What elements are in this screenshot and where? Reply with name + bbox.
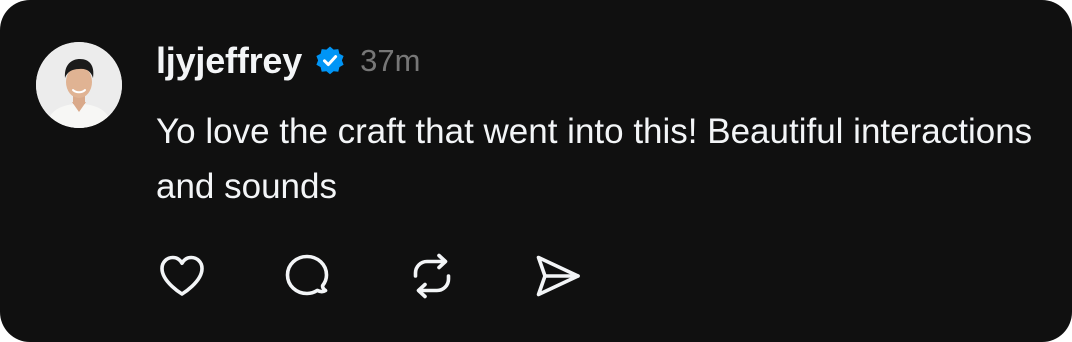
repost-button[interactable] [406,250,458,302]
timestamp[interactable]: 37m [360,43,420,79]
share-button[interactable] [531,250,583,302]
username[interactable]: ljyjeffrey [156,40,302,82]
post-text: Yo love the craft that went into this! B… [156,112,1033,206]
action-bar [156,250,583,302]
verified-badge-icon [314,45,346,77]
heart-icon [160,255,204,296]
avatar-image [36,42,122,128]
comment-bubble-icon [285,254,329,296]
post-card: ljyjeffrey 37m Yo love the craft that we… [0,0,1072,342]
post-header: ljyjeffrey 37m [156,36,420,86]
reply-button[interactable] [281,250,333,302]
like-button[interactable] [156,250,208,302]
repost-arrows-icon [413,253,451,299]
paper-plane-send-icon [536,255,580,297]
avatar[interactable] [36,42,122,128]
